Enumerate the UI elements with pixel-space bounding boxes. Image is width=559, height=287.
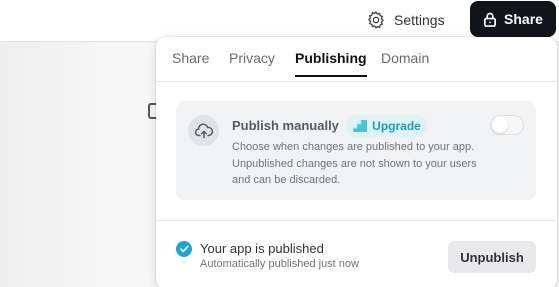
tab-privacy[interactable]: Privacy — [229, 50, 275, 75]
upgrade-label: Upgrade — [372, 119, 421, 133]
check-circle-icon — [176, 241, 192, 257]
share-button[interactable]: Share — [470, 1, 556, 37]
upgrade-stairs-icon — [353, 120, 368, 132]
publish-manually-title: Publish manually — [232, 118, 339, 133]
upgrade-badge[interactable]: Upgrade — [346, 115, 428, 137]
tab-bar: Share Privacy Publishing Domain — [156, 37, 557, 82]
unpublish-button[interactable]: Unpublish — [448, 241, 536, 273]
tab-publishing[interactable]: Publishing — [295, 50, 367, 77]
tab-share[interactable]: Share — [172, 50, 209, 75]
tab-domain[interactable]: Domain — [381, 50, 429, 75]
toggle-knob — [492, 117, 508, 133]
settings-label: Settings — [394, 12, 445, 28]
publish-manually-toggle[interactable] — [490, 115, 524, 135]
top-bar: Settings Share — [0, 0, 559, 42]
cloud-upload-icon — [188, 115, 219, 146]
divider — [156, 220, 557, 221]
publish-manually-description: Choose when changes are published to you… — [232, 141, 477, 186]
gear-icon — [367, 11, 385, 29]
publish-status-title: Your app is published — [200, 241, 324, 256]
publish-status-subtitle: Automatically published just now — [200, 258, 359, 270]
publish-manually-card: Publish manually Upgrade Choose when cha… — [176, 101, 536, 200]
share-popover: Share Privacy Publishing Domain Publish … — [156, 37, 557, 287]
share-label: Share — [504, 11, 543, 27]
lock-icon — [484, 12, 497, 27]
settings-button[interactable]: Settings — [366, 7, 445, 33]
